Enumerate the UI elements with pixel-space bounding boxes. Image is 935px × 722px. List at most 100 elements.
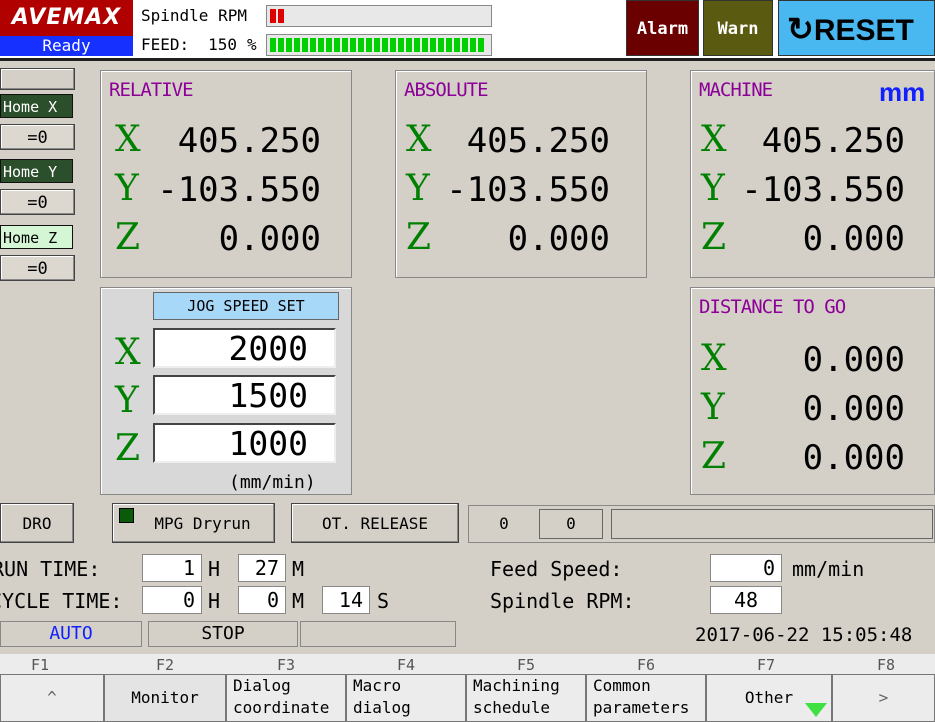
feed-bar-segment — [286, 38, 292, 52]
run-minutes-unit: M — [292, 557, 305, 581]
feed-bar-segment — [398, 38, 404, 52]
f3-key-label: F3 — [276, 656, 296, 674]
relative-z-axis: Z — [115, 217, 141, 258]
f6-line-1: Common — [593, 676, 651, 695]
feed-bar-segment — [342, 38, 348, 52]
f5-machining-schedule-button[interactable]: Machining schedule — [466, 674, 586, 722]
machine-y-axis: Y — [701, 168, 725, 209]
feed-speed-unit: mm/min — [792, 557, 865, 581]
absolute-x-value: 405.250 — [466, 121, 610, 161]
jog-y-input[interactable]: 1500 — [153, 375, 336, 415]
run-minutes: 27 — [238, 554, 286, 582]
f7-other-button[interactable]: Other — [706, 674, 832, 722]
machine-title: MACHINE — [699, 79, 773, 101]
cycle-hours-unit: H — [208, 589, 221, 613]
relative-z-value: 0.000 — [218, 219, 321, 259]
feed-value: 150 — [208, 35, 237, 54]
absolute-z-axis: Z — [406, 217, 432, 258]
f2-monitor-button[interactable]: Monitor — [104, 674, 226, 722]
zero-y-button[interactable]: =0 — [0, 189, 75, 215]
feed-bar-segment — [462, 38, 468, 52]
home-spacer-button[interactable] — [0, 68, 75, 90]
f3-line-1: Dialog — [233, 676, 291, 695]
warn-button[interactable]: Warn — [703, 0, 773, 56]
f4-macro-dialog-button[interactable]: Macro dialog — [346, 674, 466, 722]
relative-title: RELATIVE — [109, 79, 194, 101]
feed-bar-segment — [302, 38, 308, 52]
distance-y-value: 0.000 — [802, 389, 905, 429]
feed-bar-segment — [318, 38, 324, 52]
distance-x-value: 0.000 — [802, 340, 905, 380]
distance-z-axis: Z — [701, 436, 727, 477]
home-x-button[interactable]: Home X — [0, 94, 73, 118]
f4-line-1: Macro — [353, 676, 402, 695]
feed-bar-segment — [358, 38, 364, 52]
feed-bar-segment — [270, 38, 276, 52]
unit-indicator: mm — [879, 77, 926, 107]
machine-panel: MACHINE mm X Y Z 405.250 -103.550 0.000 — [690, 70, 935, 278]
feed-bar-segment — [438, 38, 444, 52]
jog-speed-panel: JOG SPEED SET X Y Z 2000 1500 1000 (mm/m… — [100, 287, 352, 495]
status-blank-field — [300, 621, 456, 647]
mpg-dryrun-label: MPG Dryrun — [154, 514, 251, 533]
f8-key-label: F8 — [876, 656, 896, 674]
f6-common-parameters-button[interactable]: Common parameters — [586, 674, 706, 722]
zero-x-button[interactable]: =0 — [0, 124, 75, 150]
distance-to-go-panel: DISTANCE TO GO X Y Z 0.000 0.000 0.000 — [690, 287, 935, 495]
brand-logo: AVEMAX — [0, 0, 133, 36]
absolute-y-value: -103.550 — [446, 170, 610, 210]
feed-bar-segment — [478, 38, 484, 52]
machine-y-value: -103.550 — [741, 170, 905, 210]
spindle-rpm-label: Spindle RPM — [141, 6, 247, 25]
dropdown-arrow-icon — [805, 703, 827, 717]
alarm-button[interactable]: Alarm — [626, 0, 699, 56]
home-z-button[interactable]: Home Z — [0, 225, 73, 249]
feed-bar-segment — [422, 38, 428, 52]
feed-unit: % — [247, 35, 257, 54]
f7-key-label: F7 — [756, 656, 776, 674]
reset-button[interactable]: ↻RESET — [778, 0, 935, 56]
feed-bar-segment — [430, 38, 436, 52]
absolute-z-value: 0.000 — [507, 219, 610, 259]
feed-speed-label: Feed Speed: — [490, 557, 623, 581]
distance-x-axis: X — [701, 338, 727, 379]
absolute-x-axis: X — [406, 119, 432, 160]
feed-bar — [266, 34, 492, 56]
header-divider — [0, 58, 935, 61]
f4-line-2: dialog — [353, 698, 411, 717]
f2-key-label: F2 — [155, 656, 175, 674]
cycle-time-label: CYCLE TIME: — [0, 589, 123, 613]
f7-other-label: Other — [744, 688, 794, 707]
feed-label: FEED: — [141, 35, 190, 54]
spindle-rpm-bar — [266, 5, 492, 27]
jog-z-axis: Z — [115, 428, 141, 469]
relative-panel: RELATIVE X Y Z 405.250 -103.550 0.000 — [100, 70, 352, 278]
spindle-rpm-readout-label: Spindle RPM: — [490, 589, 635, 613]
f1-up-button[interactable]: ^ — [0, 674, 104, 722]
feed-bar-segment — [374, 38, 380, 52]
jog-x-input[interactable]: 2000 — [153, 328, 336, 368]
relative-x-value: 405.250 — [177, 121, 321, 161]
home-y-button[interactable]: Home Y — [0, 159, 73, 183]
counter-a: 0 — [499, 514, 509, 533]
ot-release-button[interactable]: OT. RELEASE — [291, 503, 459, 543]
run-hours-unit: H — [208, 557, 221, 581]
jog-x-axis: X — [115, 332, 141, 373]
f4-key-label: F4 — [396, 656, 416, 674]
message-field — [611, 509, 933, 539]
f1-key-label: F1 — [30, 656, 50, 674]
f5-line-1: Machining — [473, 676, 560, 695]
f5-line-2: schedule — [473, 698, 551, 717]
mpg-dryrun-button[interactable]: MPG Dryrun — [112, 503, 275, 543]
absolute-title: ABSOLUTE — [404, 79, 489, 101]
jog-z-input[interactable]: 1000 — [153, 423, 336, 463]
f3-dialog-coordinate-button[interactable]: Dialog coordinate — [226, 674, 346, 722]
absolute-panel: ABSOLUTE X Y Z 405.250 -103.550 0.000 — [395, 70, 647, 278]
zero-z-button[interactable]: =0 — [0, 255, 75, 281]
feed-bar-segment — [326, 38, 332, 52]
f8-next-button[interactable]: > — [832, 674, 935, 722]
absolute-y-axis: Y — [406, 168, 430, 209]
dro-button[interactable]: DRO — [0, 503, 74, 543]
feed-speed-value: 0 — [710, 554, 782, 582]
run-hours: 1 — [142, 554, 202, 582]
